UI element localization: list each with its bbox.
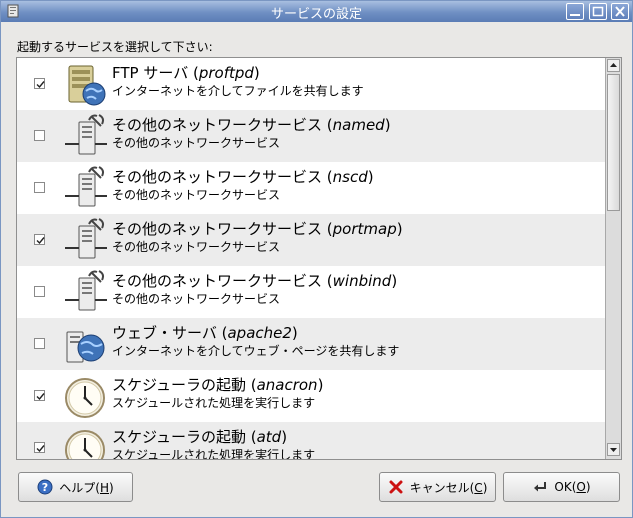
network-server-icon <box>65 166 107 207</box>
maximize-icon <box>592 6 604 17</box>
service-title: スケジューラの起動 (atd) <box>112 428 288 446</box>
service-row[interactable]: ウェブ・サーバ (apache2) インターネットを介してウェブ・ページを共有しま… <box>17 318 605 370</box>
service-title: その他のネットワークサービス (named) <box>112 116 391 134</box>
network-server-icon <box>65 270 107 311</box>
service-row[interactable]: その他のネットワークサービス (winbind) その他のネットワークサービス <box>17 266 605 318</box>
service-package: anacron <box>256 376 318 394</box>
cancel-icon <box>389 480 403 494</box>
service-row[interactable]: FTP サーバ (proftpd) インターネットを介してファイルを共有します <box>17 58 605 110</box>
service-checkbox[interactable] <box>34 78 45 89</box>
svg-text:?: ? <box>42 481 48 494</box>
service-row[interactable]: その他のネットワークサービス (portmap) その他のネットワークサービス <box>17 214 605 266</box>
prompt-label: 起動するサービスを選択して下さい: <box>17 40 213 54</box>
service-package: atd <box>256 428 282 446</box>
service-row[interactable]: その他のネットワークサービス (nscd) その他のネットワークサービス <box>17 162 605 214</box>
service-checkbox[interactable] <box>34 130 45 141</box>
checkmark-icon <box>36 445 45 453</box>
minimize-icon <box>570 14 580 16</box>
service-description: インターネットを介してウェブ・ページを共有します <box>112 344 400 358</box>
service-row[interactable]: スケジューラの起動 (anacron) スケジュールされた処理を実行します <box>17 370 605 422</box>
checkmark-icon <box>36 393 45 401</box>
service-description: その他のネットワークサービス <box>112 188 281 202</box>
help-icon: ? <box>37 479 53 495</box>
window-title: サービスの設定 <box>270 7 362 22</box>
service-package: apache2 <box>227 324 292 342</box>
ok-label: OK(O) <box>554 480 591 494</box>
arrow-down-icon <box>610 448 617 452</box>
service-description: その他のネットワークサービス <box>112 292 281 306</box>
service-title: FTP サーバ (proftpd) <box>112 64 260 82</box>
checkmark-icon <box>36 81 45 89</box>
service-description: スケジュールされた処理を実行します <box>112 396 316 410</box>
service-title: スケジューラの起動 (anacron) <box>112 376 324 394</box>
service-checkbox[interactable] <box>34 338 45 349</box>
service-title: ウェブ・サーバ (apache2) <box>112 324 298 342</box>
minimize-button[interactable] <box>566 3 584 20</box>
ok-button[interactable]: OK(O) <box>503 472 620 502</box>
cancel-label: キャンセル(C) <box>409 480 488 495</box>
service-title: その他のネットワークサービス (winbind) <box>112 272 398 290</box>
service-description: その他のネットワークサービス <box>112 240 281 254</box>
close-button[interactable] <box>611 3 629 20</box>
scroll-down-button[interactable] <box>607 443 620 456</box>
arrow-up-icon <box>610 63 617 67</box>
service-checkbox[interactable] <box>34 286 45 297</box>
help-button[interactable]: ? ヘルプ(H) <box>18 472 133 502</box>
service-checkbox[interactable] <box>34 234 45 245</box>
service-description: その他のネットワークサービス <box>112 136 281 150</box>
service-description: スケジュールされた処理を実行します <box>112 448 316 460</box>
service-list: FTP サーバ (proftpd) インターネットを介してファイルを共有します その… <box>16 57 622 460</box>
help-label: ヘルプ(H) <box>59 480 114 495</box>
network-server-icon <box>65 218 107 259</box>
close-icon <box>615 6 625 17</box>
service-title: その他のネットワークサービス (portmap) <box>112 220 403 238</box>
service-config-dialog: サービスの設定 起動するサービスを選択して下さい: FTP サーバ (proft… <box>0 0 633 518</box>
service-row[interactable]: その他のネットワークサービス (named) その他のネットワークサービス <box>17 110 605 162</box>
checkmark-icon <box>36 237 45 245</box>
scrollbar-thumb[interactable] <box>607 74 620 211</box>
service-package: winbind <box>332 272 392 290</box>
network-server-icon <box>65 114 107 155</box>
ftp-server-icon <box>68 65 106 106</box>
service-package: proftpd <box>198 64 254 82</box>
service-package: named <box>332 116 385 134</box>
service-checkbox[interactable] <box>34 442 45 453</box>
service-row[interactable]: スケジューラの起動 (atd) スケジュールされた処理を実行します <box>17 422 605 460</box>
clock-icon <box>65 430 105 459</box>
service-package: nscd <box>332 168 368 186</box>
enter-arrow-icon <box>534 482 547 492</box>
maximize-button[interactable] <box>589 3 607 20</box>
clock-icon <box>65 378 105 418</box>
service-checkbox[interactable] <box>34 182 45 193</box>
cancel-button[interactable]: キャンセル(C) <box>379 472 496 502</box>
web-server-icon <box>66 331 105 363</box>
service-title: その他のネットワークサービス (nscd) <box>112 168 374 186</box>
vertical-scrollbar[interactable] <box>605 58 621 459</box>
service-package: portmap <box>332 220 397 238</box>
service-description: インターネットを介してファイルを共有します <box>112 84 364 98</box>
service-checkbox[interactable] <box>34 390 45 401</box>
scroll-up-button[interactable] <box>607 59 620 72</box>
titlebar: サービスの設定 <box>1 1 632 22</box>
